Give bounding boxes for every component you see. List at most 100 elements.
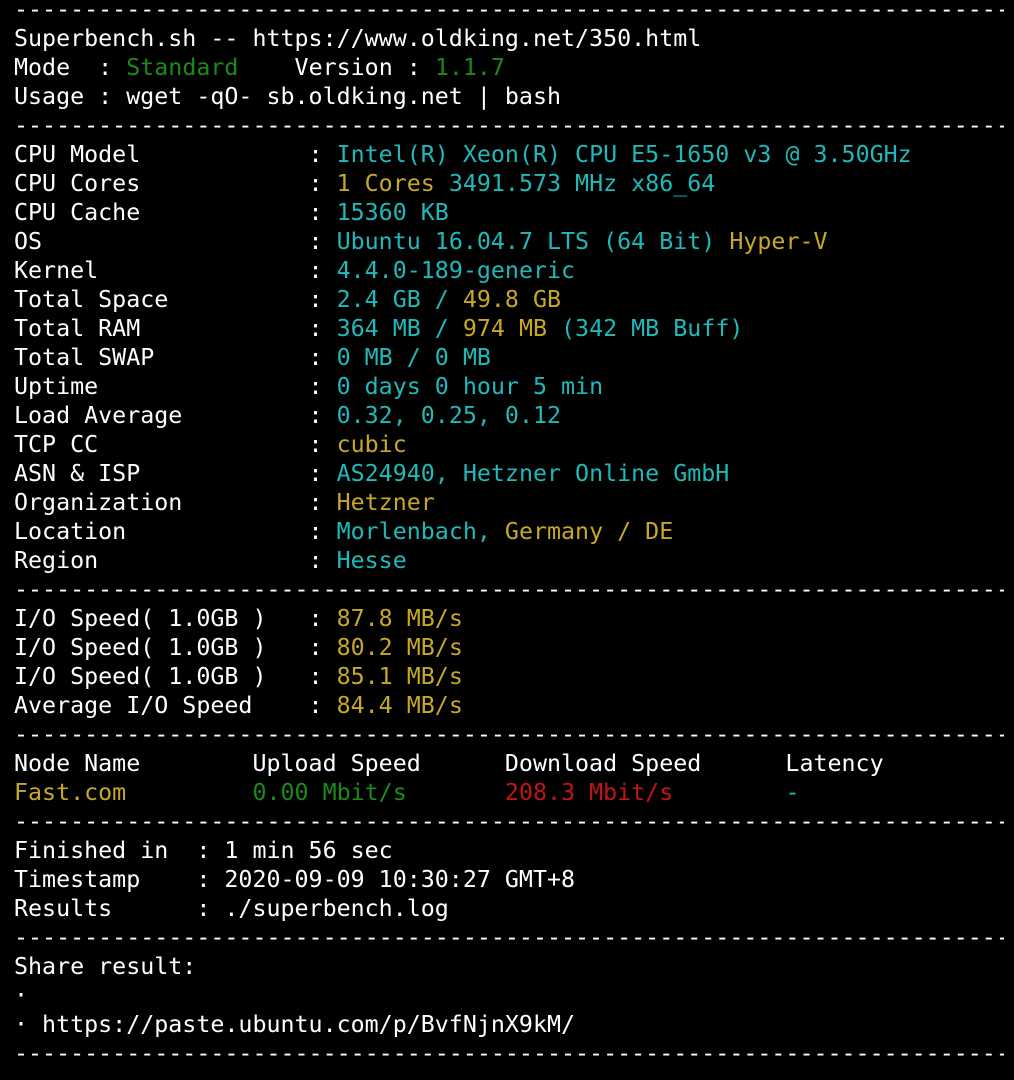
terminal-line: I/O Speed( 1.0GB ) : 85.1 MB/s bbox=[14, 662, 1004, 691]
text-segment: ASN & ISP : bbox=[14, 460, 337, 487]
separator-line: ----------------------------------------… bbox=[14, 0, 1004, 24]
text-segment: Intel(R) Xeon(R) CPU E5-1650 v3 @ 3.50GH… bbox=[336, 141, 912, 168]
text-segment: CPU Model : bbox=[14, 141, 337, 168]
terminal-line: Fast.com 0.00 Mbit/s 208.3 Mbit/s - bbox=[14, 778, 1004, 807]
text-segment: Region : bbox=[14, 547, 337, 574]
text-segment: 80.2 MB/s bbox=[336, 634, 463, 661]
terminal-line: Total RAM : 364 MB / 974 MB (342 MB Buff… bbox=[14, 314, 1004, 343]
text-segment: 0.00 Mbit/s bbox=[252, 779, 505, 806]
terminal-line: Region : Hesse bbox=[14, 546, 1004, 575]
terminal-line: Results : ./superbench.log bbox=[14, 894, 1004, 923]
text-segment: CPU Cores : bbox=[14, 170, 337, 197]
text-segment: Version : bbox=[238, 54, 435, 81]
terminal-line: Load Average : 0.32, 0.25, 0.12 bbox=[14, 401, 1004, 430]
text-segment: Ubuntu 16.04.7 LTS (64 Bit) bbox=[336, 228, 730, 255]
separator-line: ----------------------------------------… bbox=[14, 575, 1004, 604]
terminal-line: CPU Cache : 15360 KB bbox=[14, 198, 1004, 227]
text-segment: TCP CC : bbox=[14, 431, 337, 458]
text-segment: 87.8 MB/s bbox=[336, 605, 463, 632]
terminal-line: Node Name Upload Speed Download Speed La… bbox=[14, 749, 1004, 778]
text-segment: 0 MB / 0 MB bbox=[336, 344, 491, 371]
text-segment: 364 MB / bbox=[336, 315, 463, 342]
text-segment: · bbox=[14, 982, 29, 1009]
text-segment: Total RAM : bbox=[14, 315, 337, 342]
text-segment: 208.3 Mbit/s bbox=[504, 779, 786, 806]
terminal-output: ----------------------------------------… bbox=[14, 0, 1004, 1068]
separator-line: ----------------------------------------… bbox=[14, 807, 1004, 836]
text-segment: OS : bbox=[14, 228, 337, 255]
text-segment: Germany / DE bbox=[504, 518, 674, 545]
text-segment: cubic bbox=[336, 431, 407, 458]
text-segment: I/O Speed( 1.0GB ) : bbox=[14, 663, 337, 690]
text-segment: CPU Cache : bbox=[14, 199, 337, 226]
text-segment: Fast.com bbox=[14, 779, 253, 806]
separator-line: ----------------------------------------… bbox=[14, 111, 1004, 140]
terminal-line: Timestamp : 2020-09-09 10:30:27 GMT+8 bbox=[14, 865, 1004, 894]
text-segment: 84.4 MB/s bbox=[336, 692, 463, 719]
terminal-line: CPU Model : Intel(R) Xeon(R) CPU E5-1650… bbox=[14, 140, 1004, 169]
separator-text: ----------------------------------------… bbox=[14, 721, 1004, 748]
separator-text: ----------------------------------------… bbox=[14, 576, 1004, 603]
terminal-line: Average I/O Speed : 84.4 MB/s bbox=[14, 691, 1004, 720]
terminal-line: I/O Speed( 1.0GB ) : 87.8 MB/s bbox=[14, 604, 1004, 633]
text-segment: Superbench.sh -- https://www.oldking.net… bbox=[14, 25, 702, 52]
text-segment: (342 MB Buff) bbox=[561, 315, 744, 342]
text-segment: Timestamp : 2020-09-09 10:30:27 GMT+8 bbox=[14, 866, 576, 893]
text-segment: Hetzner bbox=[336, 489, 435, 516]
terminal-line: · https://paste.ubuntu.com/p/BvfNjnX9kM/ bbox=[14, 1010, 1004, 1039]
terminal-line: OS : Ubuntu 16.04.7 LTS (64 Bit) Hyper-V bbox=[14, 227, 1004, 256]
terminal-line: I/O Speed( 1.0GB ) : 80.2 MB/s bbox=[14, 633, 1004, 662]
text-segment: I/O Speed( 1.0GB ) : bbox=[14, 605, 337, 632]
terminal-line: Total Space : 2.4 GB / 49.8 GB bbox=[14, 285, 1004, 314]
text-segment: Kernel : bbox=[14, 257, 337, 284]
text-segment: 15360 KB bbox=[336, 199, 449, 226]
text-segment: Location : bbox=[14, 518, 337, 545]
text-segment: · https://paste.ubuntu.com/p/BvfNjnX9kM/ bbox=[14, 1011, 576, 1038]
terminal-line: Location : Morlenbach, Germany / DE bbox=[14, 517, 1004, 546]
terminal-line: Finished in : 1 min 56 sec bbox=[14, 836, 1004, 865]
text-segment: 1.1.7 bbox=[434, 54, 505, 81]
text-segment: Average I/O Speed : bbox=[14, 692, 337, 719]
terminal-line: Usage : wget -qO- sb.oldking.net | bash bbox=[14, 82, 1004, 111]
text-segment: Organization : bbox=[14, 489, 337, 516]
text-segment: Results : ./superbench.log bbox=[14, 895, 449, 922]
text-segment: 85.1 MB/s bbox=[336, 663, 463, 690]
text-segment: 1 Cores bbox=[336, 170, 449, 197]
terminal-line: CPU Cores : 1 Cores 3491.573 MHz x86_64 bbox=[14, 169, 1004, 198]
separator-text: ----------------------------------------… bbox=[14, 808, 1004, 835]
text-segment: Node Name Upload Speed Download Speed La… bbox=[14, 750, 884, 777]
separator-line: ----------------------------------------… bbox=[14, 1039, 1004, 1068]
text-segment: 2.4 GB / bbox=[336, 286, 463, 313]
separator-line: ----------------------------------------… bbox=[14, 720, 1004, 749]
text-segment: 0.32, 0.25, 0.12 bbox=[336, 402, 562, 429]
text-segment: - bbox=[785, 779, 800, 806]
text-segment: Load Average : bbox=[14, 402, 337, 429]
text-segment: Hyper-V bbox=[729, 228, 828, 255]
separator-text: ----------------------------------------… bbox=[14, 924, 1004, 951]
text-segment: Morlenbach, bbox=[336, 518, 505, 545]
text-segment: Uptime : bbox=[14, 373, 337, 400]
terminal-line: · bbox=[14, 981, 1004, 1010]
text-segment: 49.8 GB bbox=[462, 286, 562, 313]
separator-text: ----------------------------------------… bbox=[14, 112, 1004, 139]
text-segment: 4.4.0-189-generic bbox=[336, 257, 576, 284]
terminal-line: TCP CC : cubic bbox=[14, 430, 1004, 459]
text-segment: Share result: bbox=[14, 953, 197, 980]
text-segment: Mode : bbox=[14, 54, 127, 81]
terminal-line: Organization : Hetzner bbox=[14, 488, 1004, 517]
text-segment: Total SWAP : bbox=[14, 344, 337, 371]
terminal-line: Share result: bbox=[14, 952, 1004, 981]
terminal-line: Uptime : 0 days 0 hour 5 min bbox=[14, 372, 1004, 401]
terminal-line: ASN & ISP : AS24940, Hetzner Online GmbH bbox=[14, 459, 1004, 488]
separator-line: ----------------------------------------… bbox=[14, 923, 1004, 952]
terminal-line: Kernel : 4.4.0-189-generic bbox=[14, 256, 1004, 285]
text-segment: I/O Speed( 1.0GB ) : bbox=[14, 634, 337, 661]
text-segment: 0 days 0 hour 5 min bbox=[336, 373, 604, 400]
text-segment: Hesse bbox=[336, 547, 407, 574]
terminal-line: Superbench.sh -- https://www.oldking.net… bbox=[14, 24, 1004, 53]
separator-text: ----------------------------------------… bbox=[14, 0, 1004, 23]
terminal-line: Mode : Standard Version : 1.1.7 bbox=[14, 53, 1004, 82]
text-segment: Total Space : bbox=[14, 286, 337, 313]
text-segment: 3491.573 MHz x86_64 bbox=[448, 170, 716, 197]
separator-text: ----------------------------------------… bbox=[14, 1040, 1004, 1067]
